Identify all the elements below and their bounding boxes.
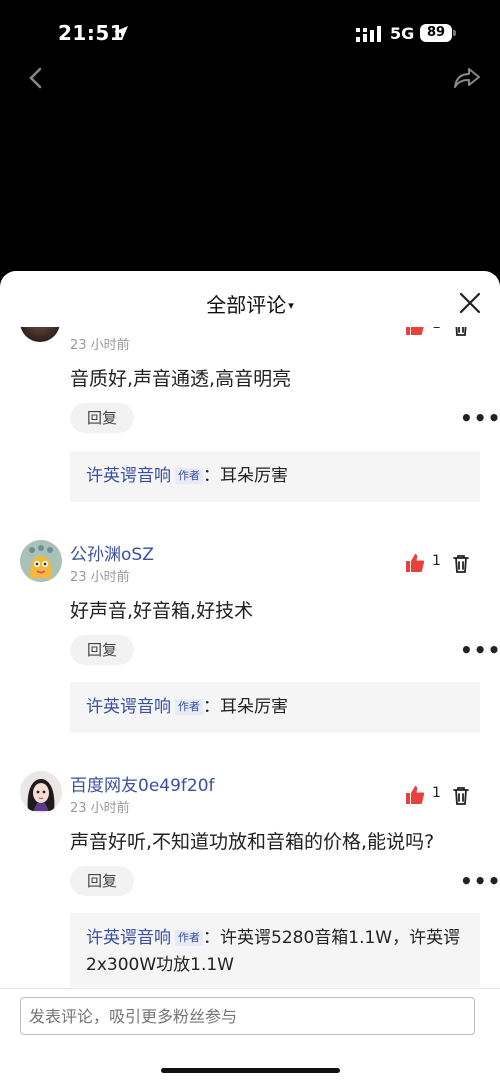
comment-time: 23 小时前: [70, 801, 130, 816]
comment-item: 23 小时前 1 音质好,声音通透,高音明亮 回复 ••• 许英谔音响作者：耳朵…: [0, 327, 500, 502]
comment-item: 公孙渊oSZ 23 小时前 1 好声音,好音箱,好技术 回复 ••• 许英谔音响…: [0, 540, 500, 740]
reply-button[interactable]: 回复: [70, 866, 134, 896]
avatar[interactable]: [20, 540, 62, 582]
comment-input[interactable]: [20, 997, 475, 1035]
comment-text: 声音好听,不知道功放和音箱的价格,能说吗?: [70, 831, 435, 853]
more-options-icon[interactable]: •••: [460, 869, 500, 893]
location-arrow-icon: [114, 26, 128, 40]
like-icon[interactable]: [405, 553, 425, 573]
comment-text: 音质好,声音通透,高音明亮: [70, 368, 292, 390]
reply-separator: ：: [203, 466, 220, 486]
close-icon[interactable]: [458, 291, 482, 315]
sheet-title-label: 全部评论: [206, 293, 287, 317]
like-count: 1: [432, 785, 441, 801]
comment-text: 好声音,好音箱,好技术: [70, 600, 254, 622]
author-badge: 作者: [175, 930, 203, 946]
reply-button[interactable]: 回复: [70, 635, 134, 665]
status-bar: 21:51 5G 89: [0, 0, 500, 62]
reply-separator: ：: [203, 928, 220, 948]
back-chevron-icon[interactable]: [26, 66, 46, 90]
comment-sheet: 全部评论▾ 23 小时前 1 音质好,声音通透,高音明亮 回复 ••• 许英谔音…: [0, 271, 500, 1083]
battery-icon: 89: [420, 24, 452, 42]
reply-author-name[interactable]: 许英谔音响: [86, 697, 171, 717]
author-reply: 许英谔音响 作者 ：许英谔5280音箱1.1W，许英谔2x300W功放1.1W: [70, 913, 480, 987]
like-count: 1: [432, 327, 441, 332]
dropdown-caret-icon: ▾: [288, 299, 294, 312]
battery-level: 89: [426, 25, 446, 40]
signal-icon: [356, 26, 381, 42]
author-badge: 作者: [175, 468, 203, 484]
comment-author[interactable]: 公孙渊oSZ: [70, 540, 154, 565]
avatar[interactable]: [20, 771, 62, 813]
like-icon[interactable]: [405, 327, 425, 336]
delete-icon[interactable]: [452, 554, 470, 574]
reply-button[interactable]: 回复: [70, 403, 134, 433]
avatar-cartoon-icon: [20, 540, 62, 582]
comment-author[interactable]: 百度网友0e49f20f: [70, 771, 215, 796]
like-icon[interactable]: [405, 785, 425, 805]
battery-tip: [453, 30, 456, 36]
avatar-illustration-icon: [20, 771, 62, 813]
like-count: 1: [432, 553, 441, 569]
more-options-icon[interactable]: •••: [460, 638, 500, 662]
more-options-icon[interactable]: •••: [460, 406, 500, 430]
comment-footer: [0, 988, 500, 1083]
delete-icon[interactable]: [452, 327, 470, 337]
network-type: 5G: [390, 24, 415, 43]
reply-text: 耳朵厉害: [220, 697, 288, 717]
reply-author-name[interactable]: 许英谔音响: [86, 466, 171, 486]
author-reply: 许英谔音响 作者 ：耳朵厉害: [70, 682, 480, 733]
author-reply: 许英谔音响 作者 ：耳朵厉害: [70, 451, 480, 502]
comment-time: 23 小时前: [70, 338, 130, 353]
reply-text: 耳朵厉害: [220, 466, 288, 486]
delete-icon[interactable]: [452, 786, 470, 806]
comment-item: 百度网友0e49f20f 23 小时前 1 声音好听,不知道功放和音箱的价格,能…: [0, 771, 500, 987]
comment-list[interactable]: 23 小时前 1 音质好,声音通透,高音明亮 回复 ••• 许英谔音响作者：耳朵…: [0, 327, 500, 987]
share-icon[interactable]: [453, 66, 481, 90]
comment-time: 23 小时前: [70, 570, 130, 585]
reply-separator: ：: [203, 697, 220, 717]
sheet-title[interactable]: 全部评论 ▾: [0, 289, 500, 318]
author-badge: 作者: [175, 699, 203, 715]
home-indicator[interactable]: [161, 1068, 340, 1073]
reply-author-name[interactable]: 许英谔音响: [86, 928, 171, 948]
avatar[interactable]: [20, 327, 60, 342]
